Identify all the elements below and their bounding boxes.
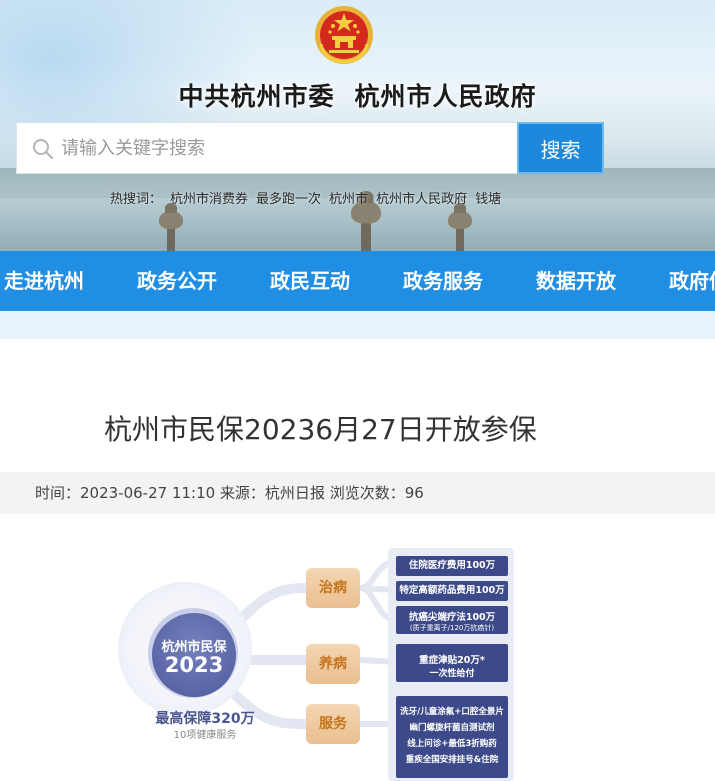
search-box [16, 122, 518, 174]
hot-words: 热搜词： 杭州市消费券 最多跑一次 杭州市 杭州市人民政府 钱塘 [110, 188, 509, 207]
search-button[interactable]: 搜索 [517, 122, 604, 174]
benefit-item-text: 重症津贴20万* [419, 655, 485, 666]
benefit-item-text: 抗癌尖端疗法100万 [408, 612, 496, 623]
search-input[interactable] [61, 123, 511, 173]
core-label-year: 2023 [164, 653, 224, 677]
nav-item-services[interactable]: 政务服务 [403, 251, 483, 311]
service-item: 洗牙/儿童涂氟+口腔全景片 [400, 707, 504, 717]
insurance-infographic: 杭州市民保 2023 最高保障320万 10项健康服务 治病 养病 服务 住院医… [100, 540, 520, 781]
service-items-block: 洗牙/儿童涂氟+口腔全景片 幽门螺旋杆菌自测试剂 线上问诊+最低3折购药 重疾全… [396, 696, 508, 778]
national-emblem-icon [315, 6, 373, 64]
nav-item-interaction[interactable]: 政民互动 [270, 251, 350, 311]
search-icon [33, 139, 54, 160]
hot-word-link[interactable]: 钱塘 [475, 192, 501, 207]
health-services-label: 10项健康服务 [173, 730, 237, 741]
nav-item-government-affairs[interactable]: 政务公开 [137, 251, 217, 311]
article-meta: 时间：2023-06-27 11:10 来源：杭州日报 浏览次数：96 [35, 484, 424, 502]
benefit-item-note: (质子重离子/120万抗癌针) [409, 624, 495, 632]
sub-nav-bar [0, 311, 715, 339]
main-nav: 走进杭州 政务公开 政民互动 政务服务 数据开放 政府信 [0, 251, 715, 311]
benefit-item: 特定高额药品费用100万 [396, 581, 508, 601]
service-item: 重疾全国安排挂号&住院 [405, 755, 499, 765]
category-service: 服务 [306, 704, 360, 744]
hot-words-label: 热搜词： [110, 192, 163, 207]
header-banner: 中共杭州市委杭州市人民政府 搜索 热搜词：杭州市消费券最多跑一次杭州市杭州市人民… [0, 0, 715, 251]
hot-word-link[interactable]: 杭州市 [329, 192, 368, 207]
category-treatment: 治病 [306, 568, 360, 608]
site-title-government: 杭州市人民政府 [354, 82, 537, 111]
article-title: 杭州市民保20236月27日开放参保 [104, 413, 537, 446]
nav-item-open-data[interactable]: 数据开放 [536, 251, 616, 311]
site-title: 中共杭州市委 杭州市人民政府 [0, 77, 715, 113]
hot-word-link[interactable]: 杭州市人民政府 [376, 192, 467, 207]
benefit-item: 抗癌尖端疗法100万 (质子重离子/120万抗癌针) [396, 606, 508, 634]
benefit-item: 住院医疗费用100万 [396, 556, 508, 576]
benefit-item: 重症津贴20万* 一次性给付 [396, 644, 508, 682]
nav-item-about-hangzhou[interactable]: 走进杭州 [4, 251, 84, 311]
site-title-party: 中共杭州市委 [178, 82, 335, 111]
benefit-item-note: 一次性给付 [429, 669, 475, 679]
max-coverage-label: 最高保障320万 [155, 711, 255, 727]
nav-item-government-info[interactable]: 政府信 [669, 251, 715, 311]
service-item: 线上问诊+最低3折购药 [407, 739, 497, 749]
article-meta-bar: 时间：2023-06-27 11:10 来源：杭州日报 浏览次数：96 [0, 472, 715, 514]
hot-word-link[interactable]: 杭州市消费券 [170, 192, 248, 207]
service-item: 幽门螺旋杆菌自测试剂 [409, 723, 495, 733]
category-recovery: 养病 [306, 644, 360, 684]
hot-word-link[interactable]: 最多跑一次 [256, 192, 321, 207]
